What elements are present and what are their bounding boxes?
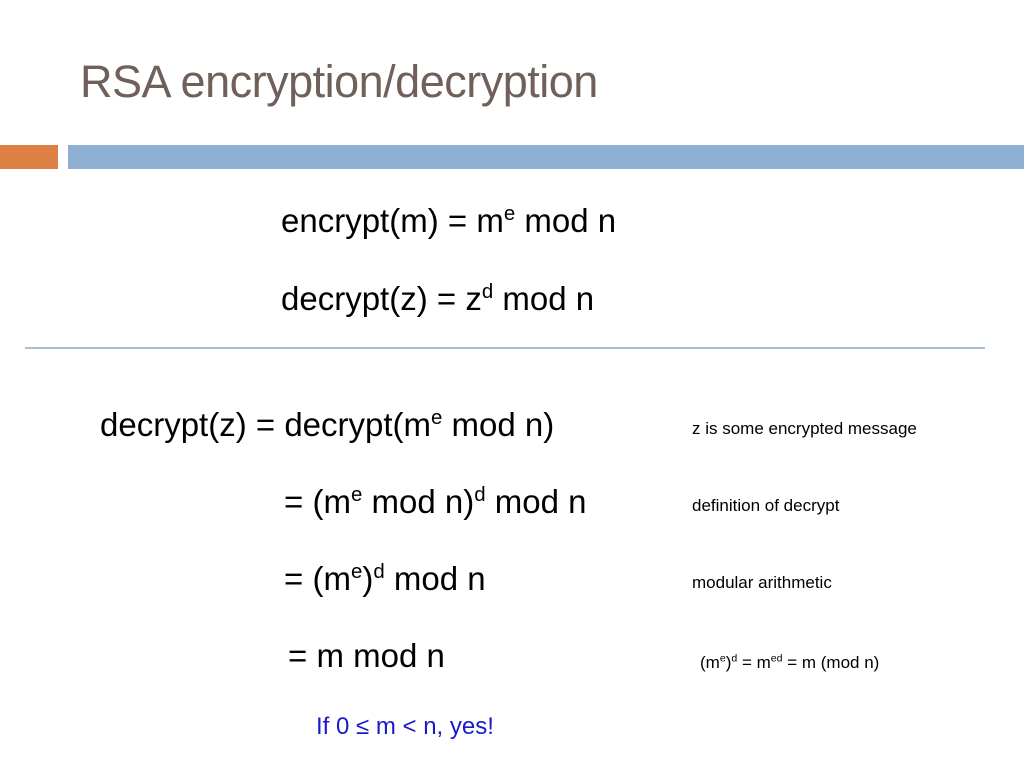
- definition-decrypt-lhs: decrypt(z): [281, 280, 428, 317]
- derivation-row-2-exponent-outer: d: [474, 483, 486, 506]
- header-accent-orange-block: [0, 145, 58, 169]
- derivation-row-3-rhs-pre: (m: [303, 560, 351, 597]
- derivation-row-2-rhs-pre: (m: [303, 483, 351, 520]
- header-accent-blue-bar: [68, 145, 1024, 169]
- derivation-row-2: = (me mod n)d mod n: [100, 482, 660, 559]
- annotation-math-eq2: = m (mod n): [782, 653, 880, 672]
- derivation-row-3-rhs-tail: mod n: [384, 560, 486, 597]
- annotation-row-4: (me)d = med = m (mod n): [692, 649, 1012, 729]
- derivation-block: decrypt(z) = decrypt(me mod n) = (me mod…: [100, 405, 660, 713]
- definition-decrypt-exponent: d: [481, 280, 494, 303]
- derivation-row-1-lhs: decrypt(z) =: [100, 406, 276, 443]
- annotations-block: z is some encrypted message definition o…: [692, 418, 1012, 729]
- derivation-row-1-exponent: e: [431, 406, 443, 429]
- derivation-row-2-exponent: e: [350, 483, 363, 506]
- derivation-row-4: = m mod n: [100, 636, 660, 713]
- derivation-row-4-rhs: m mod n: [307, 637, 445, 674]
- derivation-row-3-lhs: =: [284, 560, 304, 597]
- derivation-row-2-rhs-tail: mod n: [485, 483, 587, 520]
- definition-encrypt: encrypt(m) = me mod n: [281, 202, 801, 240]
- section-divider: [25, 347, 985, 349]
- definition-encrypt-lhs: encrypt(m): [281, 202, 439, 239]
- derivation-row-2-rhs-post: mod n): [362, 483, 475, 520]
- definition-decrypt-tail: mod n: [502, 280, 595, 317]
- derivation-row-3-rhs-post: ): [362, 560, 374, 597]
- definition-decrypt: decrypt(z) = zd mod n: [281, 280, 801, 318]
- derivation-row-3-exponent-outer: d: [373, 560, 385, 583]
- page-title: RSA encryption/decryption: [80, 56, 598, 107]
- annotation-row-1: z is some encrypted message: [692, 419, 917, 438]
- definition-encrypt-exponent: e: [503, 202, 516, 225]
- annotation-math-exponent-ed: ed: [770, 652, 783, 665]
- definition-decrypt-base: z: [465, 280, 482, 317]
- conclusion-text: If 0 ≤ m < n, yes!: [316, 713, 494, 740]
- slide-root: RSA encryption/decryption encrypt(m) = m…: [0, 0, 1024, 768]
- definition-decrypt-equals: =: [436, 280, 457, 317]
- derivation-row-1-rhs-post: mod n): [442, 406, 555, 443]
- derivation-row-3: = (me)d mod n: [100, 559, 660, 636]
- annotation-row-2: definition of decrypt: [692, 496, 840, 515]
- annotation-math-eq1: = m: [737, 653, 771, 672]
- definition-encrypt-equals: =: [447, 202, 468, 239]
- annotation-row-3: modular arithmetic: [692, 573, 832, 592]
- definition-encrypt-tail: mod n: [524, 202, 617, 239]
- derivation-row-1-rhs-pre: decrypt(m: [284, 406, 432, 443]
- derivation-row-2-lhs: =: [284, 483, 304, 520]
- annotation-math-base: (m: [700, 653, 720, 672]
- derivation-row-1: decrypt(z) = decrypt(me mod n): [100, 405, 660, 482]
- derivation-row-3-exponent: e: [350, 560, 363, 583]
- definitions-block: encrypt(m) = me mod n decrypt(z) = zd mo…: [281, 202, 801, 318]
- definition-encrypt-base: m: [476, 202, 504, 239]
- derivation-row-4-lhs: =: [288, 637, 308, 674]
